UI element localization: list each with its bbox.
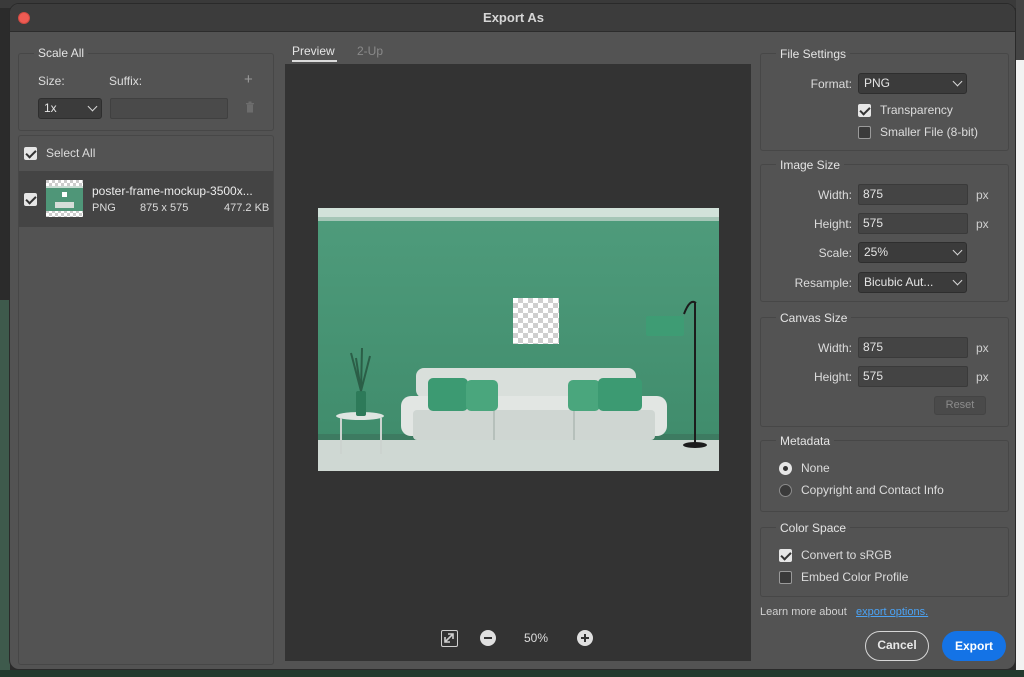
- resample-select-value: Bicubic Aut...: [864, 275, 934, 289]
- asset-dimensions: 875 x 575: [140, 202, 189, 214]
- convert-srgb-checkbox[interactable]: [779, 549, 792, 562]
- scale-all-title: Scale All: [34, 46, 89, 60]
- color-space-title: Color Space: [776, 521, 851, 535]
- suffix-label: Suffix:: [109, 74, 143, 88]
- cancel-button[interactable]: Cancel: [865, 631, 929, 661]
- metadata-copyright-label: Copyright and Contact Info: [801, 483, 944, 497]
- canvas-height-unit: px: [976, 370, 989, 384]
- tab-preview[interactable]: Preview: [292, 44, 335, 58]
- dialog-title: Export As: [483, 10, 544, 25]
- chevron-down-icon: [952, 76, 963, 87]
- background-document-edge: [1016, 60, 1024, 677]
- transparency-checkbox[interactable]: [858, 104, 871, 117]
- background-bottom-strip: [0, 670, 1024, 677]
- preview-image: [318, 208, 719, 471]
- embed-profile-label: Embed Color Profile: [801, 570, 909, 584]
- export-as-dialog: Export As Scale All Size: Suffix: + 1x S…: [9, 3, 1016, 670]
- image-width-unit: px: [976, 188, 989, 202]
- scale-label: Scale:: [818, 246, 852, 260]
- convert-srgb-label: Convert to sRGB: [801, 548, 892, 562]
- suffix-input[interactable]: [110, 98, 228, 119]
- chevron-down-icon: [87, 101, 98, 112]
- metadata-none-radio[interactable]: [779, 462, 792, 475]
- canvas-width-unit: px: [976, 341, 989, 355]
- asset-file-size: 477.2 KB: [224, 202, 270, 214]
- size-label: Size:: [38, 74, 65, 88]
- export-button[interactable]: Export: [942, 631, 1006, 661]
- asset-thumbnail: [46, 180, 83, 217]
- image-width-input[interactable]: 875: [858, 184, 968, 205]
- metadata-title: Metadata: [776, 434, 835, 448]
- asset-format: PNG: [92, 202, 116, 214]
- scale-all-panel: [18, 53, 274, 131]
- canvas-width-label: Width:: [817, 341, 852, 355]
- format-select[interactable]: PNG: [858, 73, 967, 94]
- size-select[interactable]: 1x: [38, 98, 102, 119]
- fit-screen-icon[interactable]: [441, 630, 458, 647]
- metadata-copyright-radio[interactable]: [779, 484, 792, 497]
- scale-select-value: 25%: [864, 245, 889, 259]
- smaller-file-checkbox[interactable]: [858, 126, 871, 139]
- metadata-panel: [760, 440, 1009, 512]
- transparency-label: Transparency: [880, 103, 953, 117]
- resample-select[interactable]: Bicubic Aut...: [858, 272, 967, 293]
- canvas-size-title: Canvas Size: [776, 311, 852, 325]
- image-height-label: Height:: [813, 217, 852, 231]
- asset-checkbox[interactable]: [24, 193, 37, 206]
- reset-button[interactable]: Reset: [934, 396, 986, 415]
- image-height-input[interactable]: 575: [858, 213, 968, 234]
- image-width-label: Width:: [817, 188, 852, 202]
- size-select-value: 1x: [44, 101, 57, 115]
- chevron-down-icon: [952, 275, 963, 286]
- export-options-link[interactable]: export options.: [856, 606, 928, 618]
- canvas-height-input[interactable]: 575: [858, 366, 968, 387]
- canvas-width-input[interactable]: 875: [858, 337, 968, 358]
- scale-select[interactable]: 25%: [858, 242, 967, 263]
- embed-profile-checkbox[interactable]: [779, 571, 792, 584]
- smaller-file-label: Smaller File (8-bit): [880, 125, 979, 139]
- plus-circle-icon[interactable]: [577, 630, 593, 646]
- canvas-height-label: Height:: [813, 370, 852, 384]
- trash-icon[interactable]: [245, 101, 255, 113]
- tab-active-indicator: [292, 60, 337, 62]
- resample-label: Resample:: [794, 276, 852, 290]
- color-space-panel: [760, 527, 1009, 597]
- format-select-value: PNG: [864, 76, 891, 90]
- add-scale-button[interactable]: +: [244, 71, 253, 88]
- asset-name: poster-frame-mockup-3500x...: [92, 184, 253, 198]
- tab-2-up[interactable]: 2-Up: [357, 44, 383, 58]
- background-edge-dark: [1016, 0, 1024, 60]
- metadata-none-label: None: [801, 461, 830, 475]
- chevron-down-icon: [952, 245, 963, 256]
- format-label: Format:: [810, 77, 852, 91]
- select-all-checkbox[interactable]: [24, 147, 37, 160]
- file-settings-title: File Settings: [776, 47, 851, 61]
- minus-circle-icon[interactable]: [480, 630, 496, 646]
- zoom-level: 50%: [523, 631, 549, 645]
- select-all-label: Select All: [46, 146, 96, 160]
- image-size-title: Image Size: [776, 158, 845, 172]
- learn-more-text: Learn more about: [760, 606, 847, 618]
- image-height-unit: px: [976, 217, 989, 231]
